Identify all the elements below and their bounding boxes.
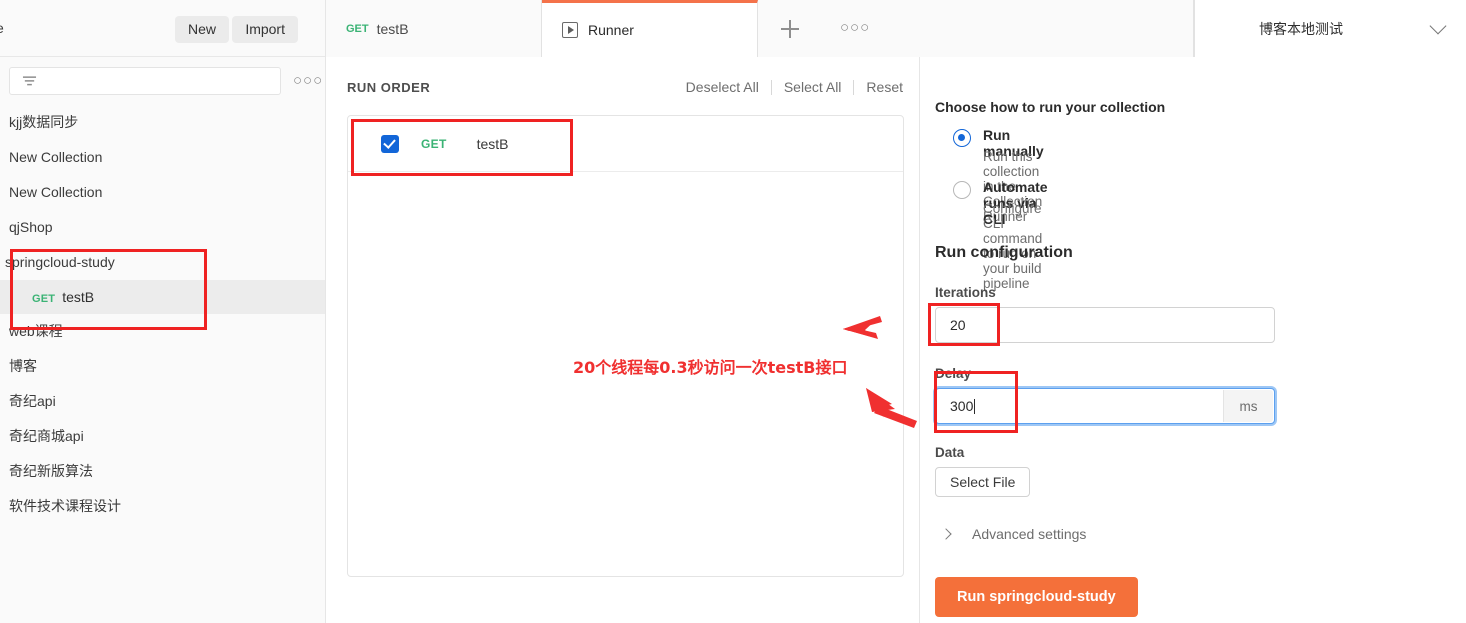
sidebar-item-collection[interactable]: New Collection — [0, 140, 325, 175]
run-order-actions: Deselect All Select All Reset — [674, 79, 903, 95]
sidebar-item-collection[interactable]: 奇纪商城api — [0, 419, 325, 454]
deselect-all-button[interactable]: Deselect All — [674, 79, 771, 95]
search-input[interactable] — [9, 67, 281, 95]
http-method-label: GET — [346, 22, 369, 35]
chevron-down-icon — [1429, 17, 1447, 34]
environment-name: 博客本地测试 — [1259, 20, 1343, 37]
text-cursor — [974, 399, 976, 414]
delay-label: Delay — [935, 366, 972, 381]
http-method-label: GET — [421, 136, 447, 151]
delay-input[interactable]: 300 ms — [935, 388, 1275, 424]
sidebar-more-button[interactable]: ○○○ — [293, 72, 324, 89]
run-order-panel: RUN ORDER Deselect All Select All Reset … — [326, 57, 920, 623]
run-order-list: GET testB — [347, 115, 904, 577]
environment-selector[interactable]: 博客本地测试 — [1194, 0, 1466, 57]
request-name-label: testB — [476, 135, 509, 152]
collection-list: kjj数据同步 New Collection New Collection qj… — [0, 105, 325, 623]
delay-unit-label: ms — [1223, 390, 1273, 422]
run-order-row[interactable]: GET testB — [348, 116, 903, 172]
tab-actions: ○○○ — [758, 0, 1194, 57]
iterations-label: Iterations — [935, 285, 996, 300]
sidebar-item-collection[interactable]: New Collection — [0, 175, 325, 210]
tab-request-testb[interactable]: GET testB — [326, 0, 542, 57]
advanced-settings-label: Advanced settings — [972, 526, 1087, 542]
sidebar: e New Import ○○○ kjj数据同步 New Collection … — [0, 0, 326, 623]
radio-run-manually[interactable] — [953, 129, 971, 147]
advanced-settings-toggle[interactable]: Advanced settings — [935, 526, 1086, 542]
chevron-right-icon — [940, 528, 952, 540]
choose-run-heading: Choose how to run your collection — [935, 99, 1166, 115]
sidebar-request-testb[interactable]: GET testB — [0, 280, 325, 314]
sidebar-item-collection[interactable]: 奇纪新版算法 — [0, 454, 325, 489]
iterations-input[interactable]: 20 — [935, 307, 1275, 343]
filter-funnel-icon — [22, 76, 37, 86]
radio-automate-cli[interactable] — [953, 181, 971, 199]
tab-runner[interactable]: Runner — [542, 0, 758, 57]
select-all-button[interactable]: Select All — [772, 79, 854, 95]
select-file-button[interactable]: Select File — [935, 467, 1031, 497]
plus-icon[interactable] — [778, 17, 802, 41]
new-button[interactable]: New — [174, 16, 229, 43]
annotation-text: 20个线程每0.3秒访问一次testB接口 — [573, 358, 848, 377]
request-checkbox[interactable] — [381, 134, 399, 153]
sidebar-item-collection[interactable]: 软件技术课程设计 — [0, 489, 325, 524]
sidebar-header: e New Import — [0, 0, 325, 57]
sidebar-filter-row: ○○○ — [0, 57, 325, 105]
http-method-label: GET — [32, 293, 56, 305]
run-configuration-heading: Run configuration — [935, 244, 1073, 261]
sidebar-item-collection[interactable]: 博客 — [0, 349, 325, 384]
request-name-label: testB — [62, 289, 95, 305]
postman-collection-runner-window: e New Import ○○○ kjj数据同步 New Collection … — [0, 0, 1466, 623]
sidebar-item-collection[interactable]: 奇纪api — [0, 384, 325, 419]
run-order-title: RUN ORDER — [347, 80, 431, 95]
sidebar-truncated-label: e — [0, 20, 4, 36]
data-label: Data — [935, 445, 965, 460]
sidebar-item-collection[interactable]: kjj数据同步 — [0, 105, 325, 140]
sidebar-item-collection[interactable]: web课程 — [0, 314, 325, 349]
run-order-header: RUN ORDER Deselect All Select All Reset — [347, 79, 903, 101]
run-collection-button[interactable]: Run springcloud-study — [935, 577, 1138, 617]
ellipsis-icon: ○○○ — [293, 72, 324, 89]
sidebar-item-collection[interactable]: qjShop — [0, 210, 325, 245]
tab-label: Runner — [588, 22, 634, 38]
import-button[interactable]: Import — [232, 16, 298, 43]
tab-more-button[interactable]: ○○○ — [840, 20, 870, 36]
run-configuration-panel: Choose how to run your collection Run ma… — [920, 57, 1466, 623]
sidebar-item-springcloud-study[interactable]: springcloud-study — [0, 245, 325, 280]
play-square-icon — [562, 22, 578, 38]
tab-bar: GET testB Runner ○○○ 博客本地测试 — [326, 0, 1466, 57]
delay-value: 300 — [950, 398, 974, 414]
tab-label: testB — [376, 20, 409, 37]
reset-button[interactable]: Reset — [854, 79, 903, 95]
